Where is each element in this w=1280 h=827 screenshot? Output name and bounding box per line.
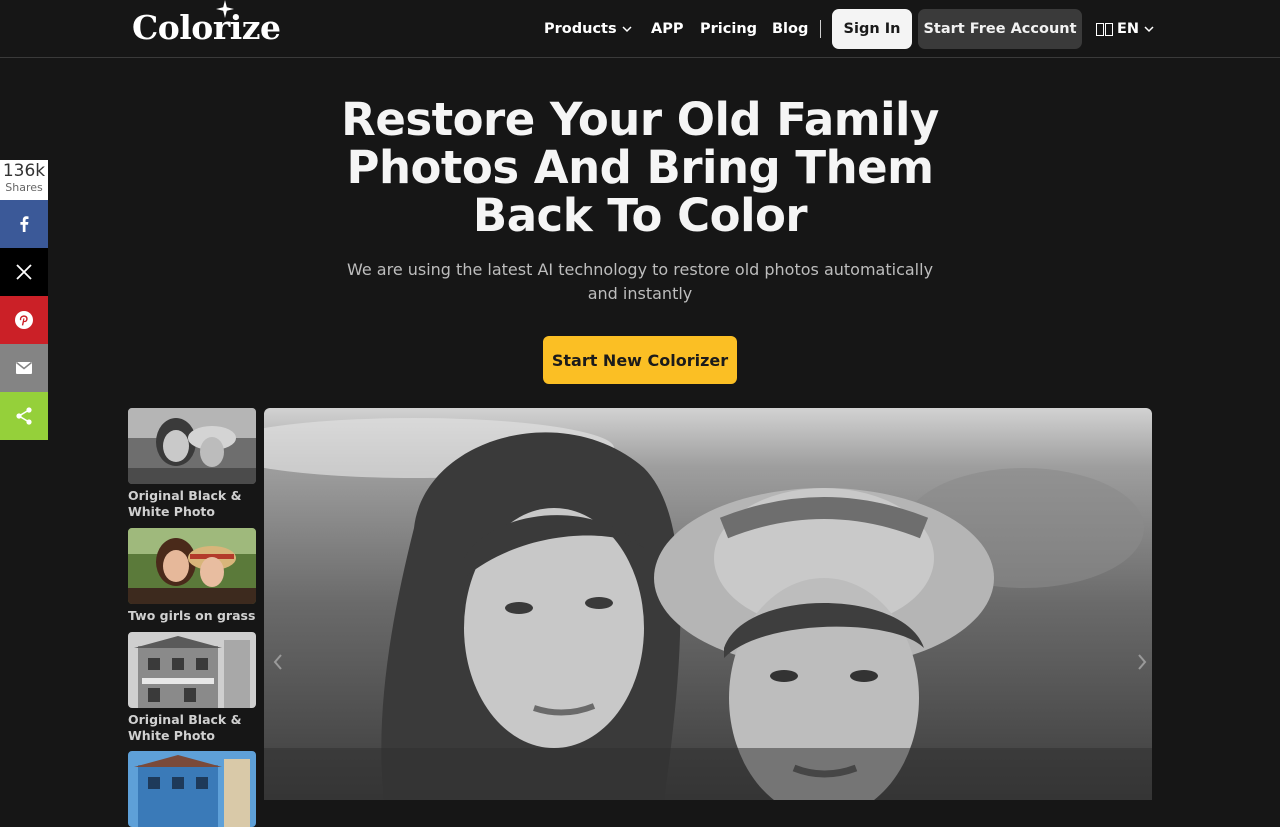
x-icon bbox=[16, 264, 32, 280]
facebook-icon bbox=[20, 216, 29, 232]
share-facebook-button[interactable] bbox=[0, 200, 48, 248]
sparkle-icon bbox=[216, 0, 234, 18]
nav-products[interactable]: Products bbox=[544, 0, 633, 58]
language-label: EN bbox=[1117, 21, 1140, 37]
thumbnail-image bbox=[128, 528, 256, 604]
flag-icon bbox=[1096, 22, 1113, 36]
thumbnail-caption: Original Black & White Photo bbox=[128, 712, 242, 743]
share-count-label: Shares bbox=[5, 181, 43, 194]
start-new-colorizer-button[interactable]: Start New Colorizer bbox=[543, 336, 737, 384]
nav-blog[interactable]: Blog bbox=[772, 0, 808, 58]
share-email-button[interactable] bbox=[0, 344, 48, 392]
thumbnail-caption: Two girls on grass bbox=[128, 608, 256, 623]
sign-in-button[interactable]: Sign In bbox=[832, 9, 912, 49]
thumbnail-item[interactable]: Two girls on grass bbox=[128, 528, 256, 624]
site-header: Colorize Products APP Pricing Blog Sign … bbox=[0, 0, 1280, 58]
logo[interactable]: Colorize bbox=[132, 8, 281, 48]
nav-pricing[interactable]: Pricing bbox=[700, 0, 757, 58]
start-free-account-button[interactable]: Start Free Account bbox=[918, 9, 1082, 49]
thumbnail-image bbox=[128, 751, 256, 827]
share-pinterest-button[interactable] bbox=[0, 296, 48, 344]
thumbnail-item[interactable] bbox=[128, 751, 256, 827]
thumbnail-caption: Original Black & White Photo bbox=[128, 488, 242, 519]
main-preview-image bbox=[264, 408, 1152, 800]
nav-app[interactable]: APP bbox=[651, 0, 683, 58]
thumbnail-image bbox=[128, 408, 256, 484]
share-icon bbox=[16, 407, 32, 425]
nav-products-label: Products bbox=[544, 21, 617, 37]
share-x-button[interactable] bbox=[0, 248, 48, 296]
language-selector[interactable]: EN bbox=[1096, 0, 1155, 58]
chevron-down-icon bbox=[1144, 26, 1154, 33]
share-count-number: 136k bbox=[2, 161, 46, 181]
chevron-left-icon[interactable] bbox=[272, 652, 284, 672]
thumbnail-image bbox=[128, 632, 256, 708]
hero-title: Restore Your Old Family Photos And Bring… bbox=[341, 93, 939, 242]
share-more-button[interactable] bbox=[0, 392, 48, 440]
nav-divider bbox=[820, 20, 821, 38]
chevron-down-icon bbox=[622, 26, 632, 33]
hero-subtitle: We are using the latest AI technology to… bbox=[346, 260, 934, 303]
share-count: 136k Shares bbox=[0, 160, 48, 200]
chevron-right-icon[interactable] bbox=[1136, 652, 1148, 672]
pinterest-icon bbox=[15, 311, 33, 329]
thumbnail-item[interactable]: Original Black & White Photo bbox=[128, 408, 256, 520]
thumbnail-item[interactable]: Original Black & White Photo bbox=[128, 632, 256, 744]
email-icon bbox=[16, 361, 32, 374]
